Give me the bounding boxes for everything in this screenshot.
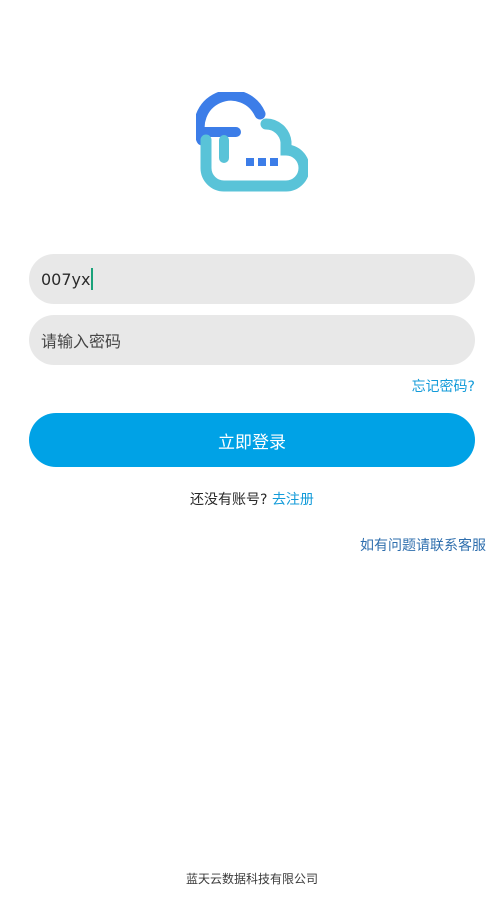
text-caret: [91, 268, 94, 290]
forgot-password-link[interactable]: 忘记密码?: [412, 376, 475, 396]
login-screen: 007yx 请输入密码 忘记密码? 立即登录 还没有账号? 去注册 如有问题请联…: [0, 0, 504, 897]
username-field[interactable]: 007yx: [29, 254, 475, 304]
password-field[interactable]: 请输入密码: [29, 315, 475, 365]
username-value: 007yx: [41, 269, 91, 289]
no-account-prompt: 还没有账号?: [190, 492, 268, 508]
company-footer: 蓝天云数据科技有限公司: [185, 872, 318, 886]
contact-support-link[interactable]: 如有问题请联系客服: [360, 535, 486, 555]
register-link[interactable]: 去注册: [272, 492, 314, 508]
register-row: 还没有账号? 去注册: [0, 489, 504, 509]
login-button[interactable]: 立即登录: [29, 413, 475, 467]
cloud-logo-icon: [196, 92, 308, 192]
password-placeholder: 请输入密码: [41, 332, 122, 351]
